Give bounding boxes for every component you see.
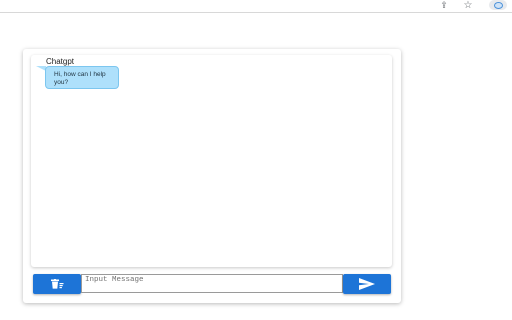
sender-name: Chatgpt — [46, 57, 75, 66]
browser-toolbar: ⇪ ☆ — [0, 0, 512, 13]
share-icon[interactable]: ⇪ — [437, 0, 451, 11]
message-input[interactable] — [81, 274, 343, 293]
send-icon — [359, 278, 375, 290]
trash-clear-icon — [50, 279, 63, 289]
chat-popup: Chatgpt Hi, how can I help you? — [23, 49, 401, 303]
send-button[interactable] — [343, 274, 391, 294]
chat-history[interactable]: Chatgpt Hi, how can I help you? — [31, 55, 392, 267]
message-bubble: Hi, how can I help you? — [45, 66, 119, 89]
extension-logo — [493, 1, 503, 9]
bookmark-star-icon[interactable]: ☆ — [461, 0, 475, 11]
clear-chat-button[interactable] — [33, 274, 81, 294]
extension-icon[interactable] — [489, 0, 507, 10]
